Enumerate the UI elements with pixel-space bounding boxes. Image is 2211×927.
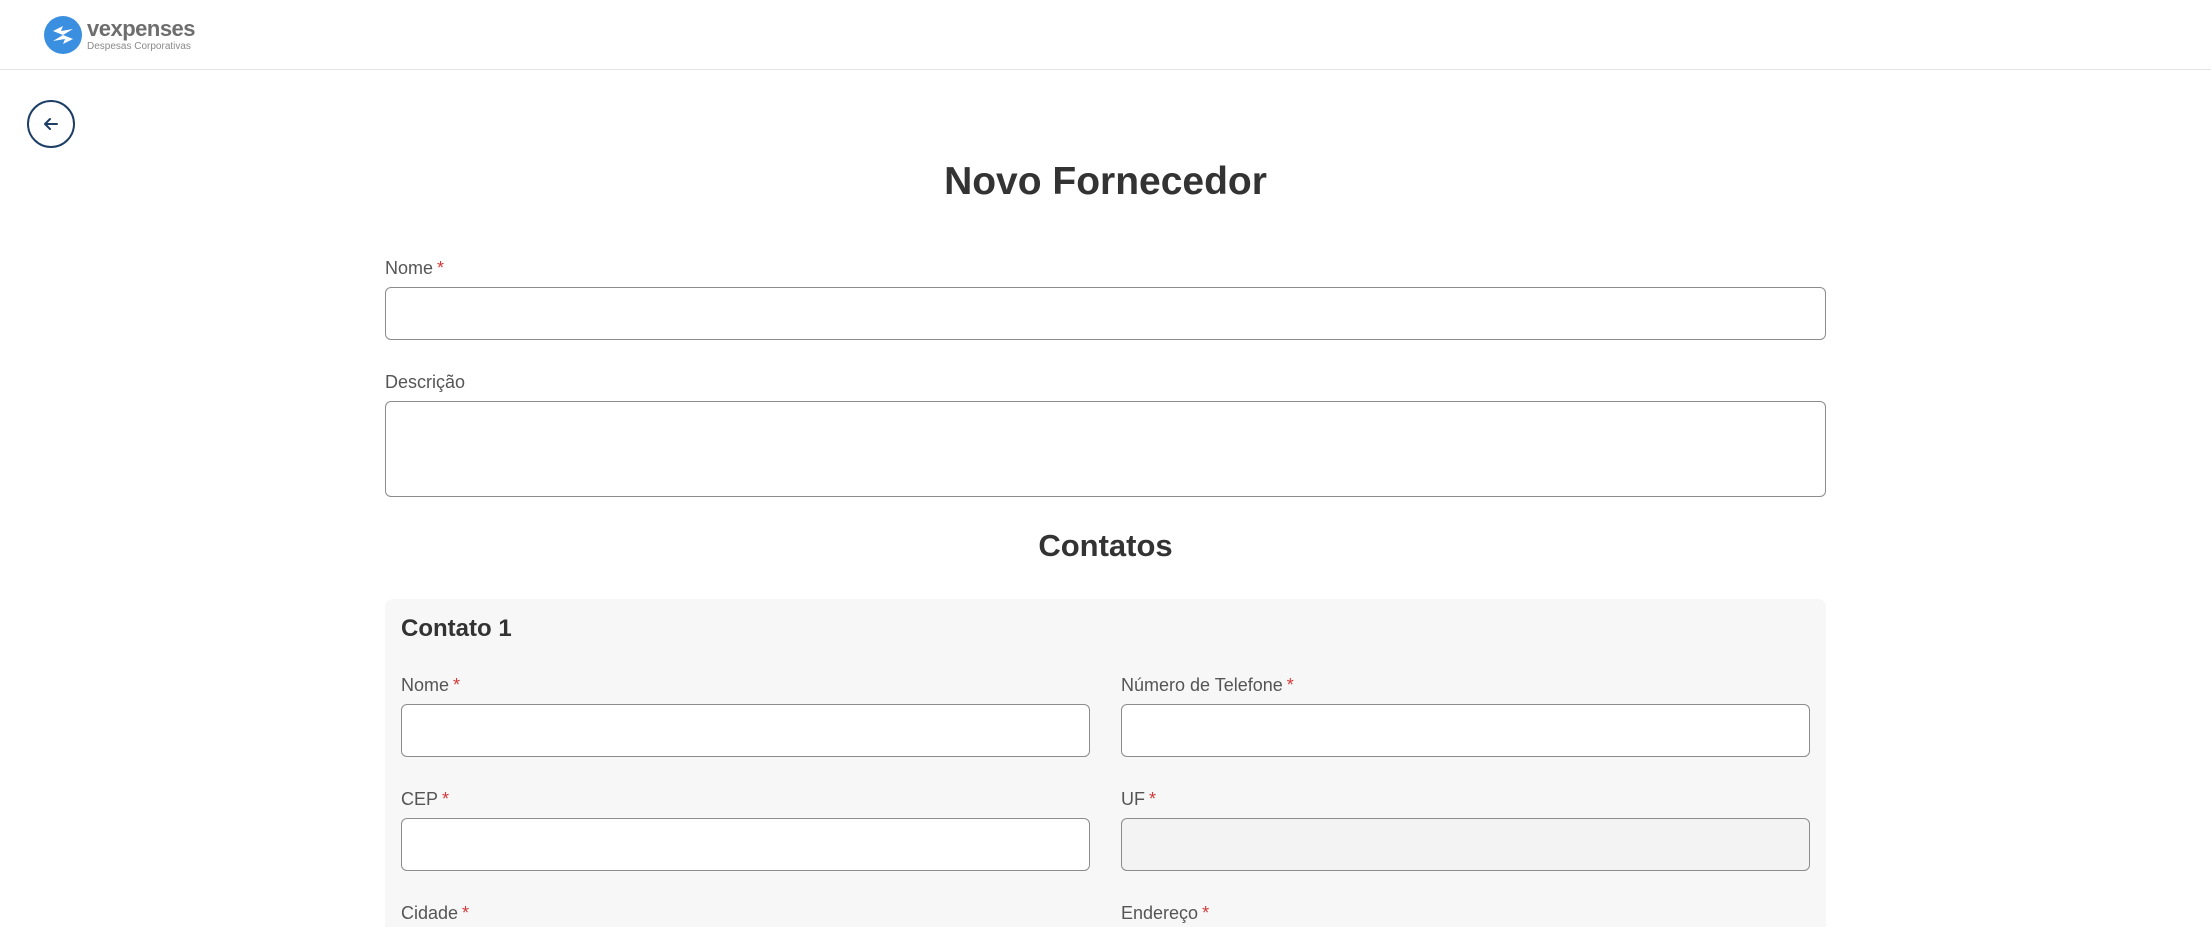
descricao-textarea[interactable] (385, 401, 1826, 497)
contact-cep-label-text: CEP (401, 789, 439, 809)
contact-cep-label: CEP * (401, 789, 449, 810)
required-marker: * (462, 903, 470, 923)
nome-input[interactable] (385, 287, 1826, 340)
required-marker: * (437, 258, 445, 278)
required-marker: * (1286, 675, 1294, 695)
required-marker: * (442, 789, 450, 809)
required-marker: * (1202, 903, 1210, 923)
contact-uf-input[interactable] (1121, 818, 1810, 871)
contact-nome-input[interactable] (401, 704, 1090, 757)
contact-title: Contato 1 (401, 615, 512, 642)
contact-endereco-label-text: Endereço (1121, 903, 1199, 923)
brand-tagline: Despesas Corporativas (87, 41, 191, 52)
contact-telefone-label: Número de Telefone * (1121, 675, 1294, 696)
logo-mark-icon (44, 16, 82, 54)
contact-cidade-label-text: Cidade (401, 903, 459, 923)
contact-telefone-label-text: Número de Telefone (1121, 675, 1283, 695)
back-button[interactable] (27, 100, 75, 148)
contact-uf-label: UF * (1121, 789, 1156, 810)
vexpenses-logo[interactable]: vexpenses Despesas Corporativas (44, 14, 196, 56)
contact-nome-label-text: Nome (401, 675, 450, 695)
top-bar: vexpenses Despesas Corporativas (0, 0, 2211, 70)
brand-name: vexpenses (87, 16, 196, 41)
contact-telefone-input[interactable] (1121, 704, 1810, 757)
nome-label: Nome * (385, 258, 444, 279)
nome-label-text: Nome (385, 258, 434, 278)
page-title: Novo Fornecedor (944, 160, 1267, 203)
contact-card (385, 599, 1826, 927)
contact-uf-label-text: UF (1121, 789, 1145, 809)
required-marker: * (1149, 789, 1157, 809)
contact-cidade-label: Cidade * (401, 903, 469, 924)
required-marker: * (453, 675, 461, 695)
contacts-section-title: Contatos (1038, 528, 1173, 563)
arrow-left-icon (44, 118, 58, 130)
contact-nome-label: Nome * (401, 675, 460, 696)
descricao-label: Descrição (385, 372, 466, 392)
logo-text: vexpenses Despesas Corporativas (87, 16, 196, 52)
contact-cep-input[interactable] (401, 818, 1090, 871)
contact-endereco-label: Endereço * (1121, 903, 1209, 924)
